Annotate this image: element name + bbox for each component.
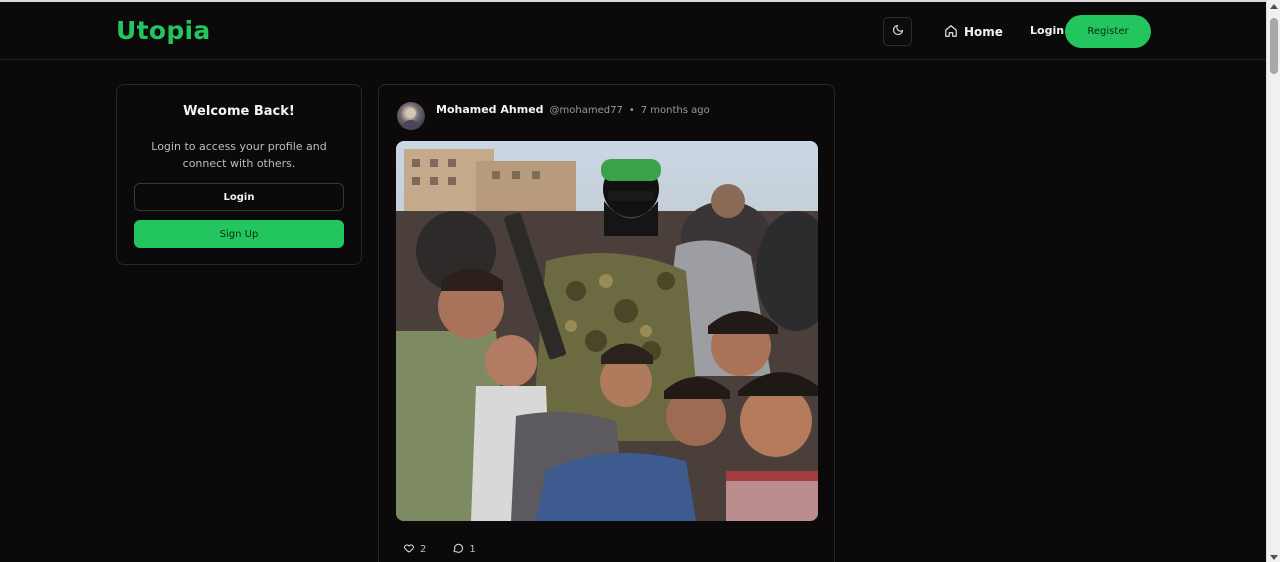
welcome-title: Welcome Back! bbox=[183, 104, 295, 119]
post-image[interactable] bbox=[396, 141, 818, 521]
heart-icon bbox=[403, 542, 415, 557]
sign-up-button[interactable]: Sign Up bbox=[134, 220, 344, 248]
like-button[interactable]: 2 bbox=[403, 542, 426, 557]
like-count: 2 bbox=[420, 544, 427, 555]
navbar: Utopia Home Login Register bbox=[0, 2, 1266, 60]
post-time: 7 months ago bbox=[640, 105, 710, 116]
scroll-up-arrow-icon[interactable] bbox=[1270, 4, 1278, 9]
comment-count: 1 bbox=[469, 544, 476, 555]
welcome-card: Welcome Back! Login to access your profi… bbox=[116, 84, 362, 265]
register-button[interactable]: Register bbox=[1065, 15, 1151, 48]
welcome-text: Login to access your profile and connect… bbox=[151, 140, 327, 170]
nav-login-link[interactable]: Login bbox=[1030, 24, 1064, 37]
nav-home-label: Home bbox=[964, 25, 1003, 39]
scroll-thumb[interactable] bbox=[1270, 18, 1278, 74]
author-name[interactable]: Mohamed Ahmed bbox=[436, 103, 544, 116]
nav-home-link[interactable]: Home bbox=[944, 22, 1003, 42]
meta-separator: • bbox=[628, 105, 635, 116]
comment-icon bbox=[452, 542, 464, 557]
post-actions: 2 1 bbox=[403, 542, 476, 557]
scrollbar[interactable] bbox=[1266, 0, 1280, 562]
comment-button[interactable]: 1 bbox=[452, 542, 476, 557]
post-meta: Mohamed Ahmed @mohamed77 • 7 months ago bbox=[436, 103, 710, 119]
page: Utopia Home Login Register Welcome Back!… bbox=[0, 0, 1280, 562]
scroll-down-arrow-icon[interactable] bbox=[1270, 555, 1278, 560]
house-icon bbox=[944, 24, 958, 41]
logo[interactable]: Utopia bbox=[116, 16, 211, 45]
login-button[interactable]: Login bbox=[134, 183, 344, 211]
avatar[interactable] bbox=[397, 102, 425, 130]
author-handle[interactable]: @mohamed77 bbox=[550, 105, 623, 116]
post-card: Mohamed Ahmed @mohamed77 • 7 months ago bbox=[378, 84, 835, 562]
moon-icon bbox=[892, 24, 904, 39]
theme-toggle-button[interactable] bbox=[883, 17, 912, 46]
